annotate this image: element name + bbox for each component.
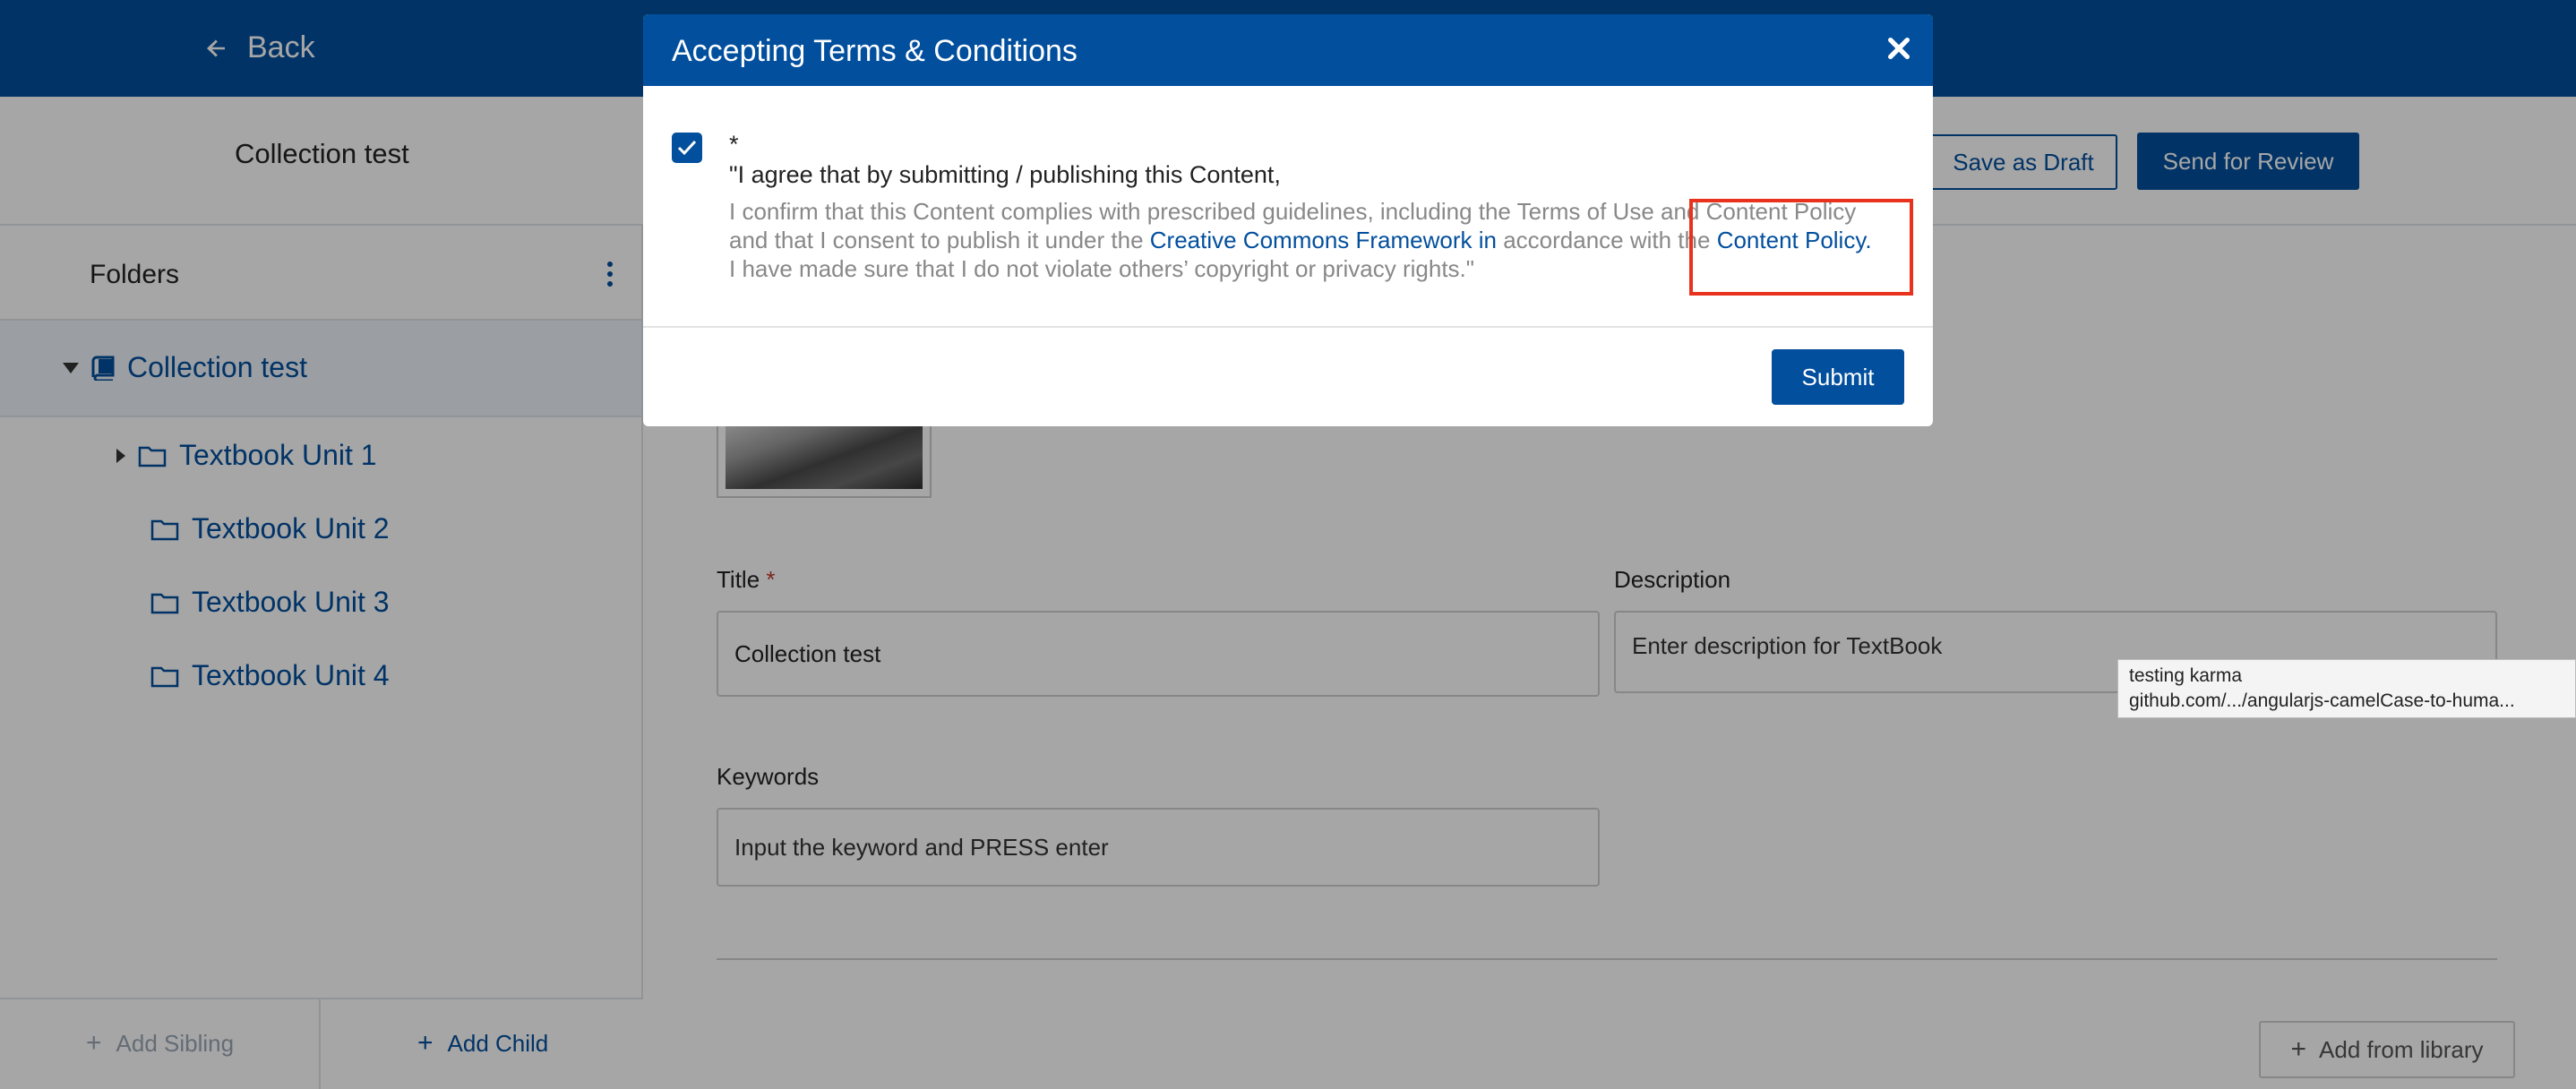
checkmark-icon (677, 140, 697, 156)
creative-commons-link[interactable]: Creative Commons Framework in (1150, 227, 1497, 253)
agree-checkbox[interactable] (672, 133, 702, 163)
tooltip-title: testing karma (2129, 665, 2243, 686)
modal-divider (643, 326, 1933, 328)
link-tooltip: testing karma github.com/.../angularjs-c… (2117, 659, 2576, 718)
required-mark: * (729, 131, 739, 158)
agree-statement: "I agree that by submitting / publishing… (729, 161, 1281, 188)
highlight-box (1689, 199, 1913, 296)
close-icon[interactable] (1885, 34, 1913, 63)
submit-button[interactable]: Submit (1772, 349, 1904, 405)
modal-header: Accepting Terms & Conditions (643, 14, 1933, 86)
tooltip-url: github.com/.../angularjs-camelCase-to-hu… (2129, 690, 2515, 711)
modal-title: Accepting Terms & Conditions (672, 34, 1078, 68)
